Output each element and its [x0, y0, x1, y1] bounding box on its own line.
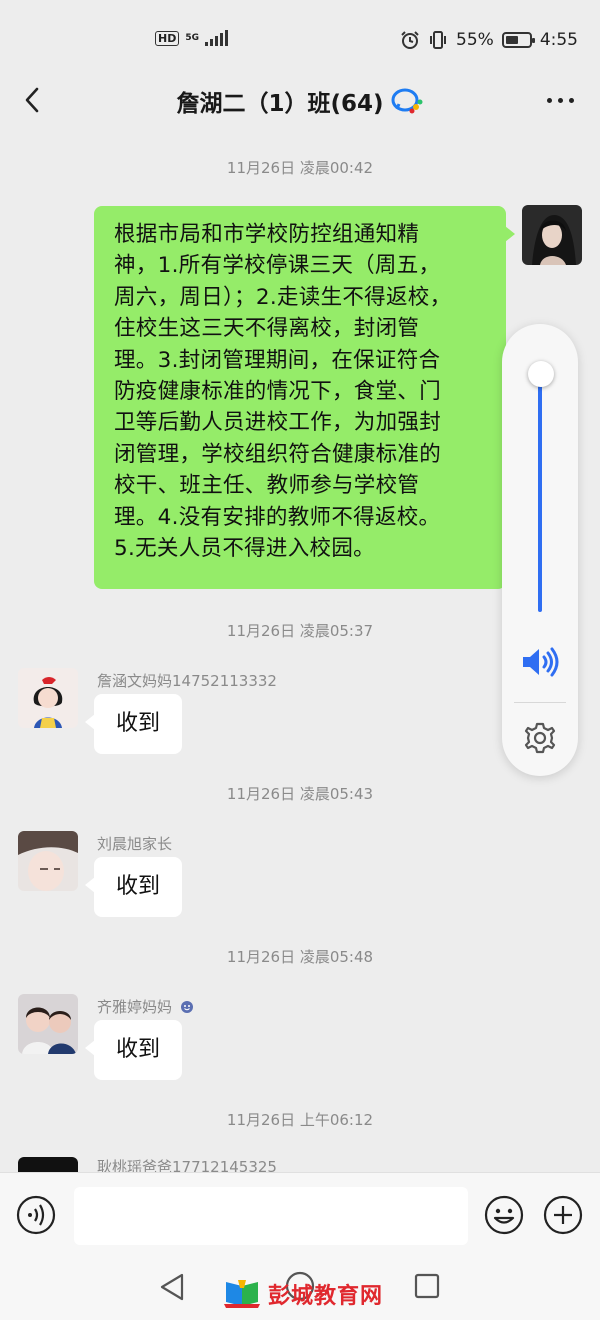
- input-bar: [0, 1172, 600, 1258]
- battery-percent: 55%: [456, 30, 494, 50]
- vibrate-icon: [430, 31, 447, 49]
- sender-name: 刘晨旭家长: [97, 833, 172, 854]
- message-line: 闭管理，学校组织符合健康标准的: [114, 441, 442, 467]
- message-line: 根据市局和市学校防控组通知精: [114, 222, 420, 247]
- sender-name-text: 齐雅婷妈妈: [97, 998, 173, 1016]
- chat-header: 詹湖二（1）班(64): [0, 70, 600, 130]
- message-line: 理。3.封闭管理期间，在保证符合: [114, 347, 441, 373]
- watermark-text: 彭城教育网: [268, 1284, 384, 1309]
- timestamp-divider: 11月26日 上午06:12: [226, 1111, 374, 1129]
- message-line: 周六，周日）；2.走读生不得返校，: [114, 284, 452, 310]
- more-options-button[interactable]: [542, 88, 578, 112]
- sender-avatar[interactable]: [18, 831, 78, 891]
- my-avatar[interactable]: [522, 205, 582, 265]
- sender-name: 詹涵文妈妈14752113332: [97, 670, 277, 691]
- outgoing-message-bubble[interactable]: 根据市局和市学校防控组通知精 神，1.所有学校停课三天（周五， 周六，周日）；2…: [94, 206, 515, 589]
- volume-slider-track[interactable]: [538, 364, 542, 612]
- sender-name: 齐雅婷妈妈: [97, 996, 194, 1017]
- watermark: 彭城教育网: [222, 1278, 383, 1310]
- title-wrap: 詹湖二（1）班(64): [0, 84, 600, 118]
- book-logo-icon: [224, 1280, 260, 1308]
- gear-icon[interactable]: [522, 720, 558, 756]
- status-bar: HD 5G 55% 4:55: [0, 0, 600, 80]
- sender-avatar[interactable]: [18, 668, 78, 728]
- incoming-message-bubble[interactable]: 收到: [85, 694, 182, 754]
- speaker-icon[interactable]: [520, 646, 560, 678]
- system-nav-bar: 彭城教育网: [0, 1258, 600, 1320]
- nav-back-icon[interactable]: [158, 1272, 186, 1302]
- voice-input-icon[interactable]: [16, 1195, 56, 1235]
- network-type: 5G: [185, 32, 199, 43]
- message-input[interactable]: [74, 1187, 468, 1245]
- plus-icon[interactable]: [543, 1195, 583, 1235]
- message-line: 理。4.没有安排的教师不得返校。: [114, 504, 441, 530]
- incoming-message-bubble[interactable]: 收到: [85, 857, 182, 917]
- volume-panel: [502, 324, 578, 776]
- message-line: 卫等后勤人员进校工作，为加强封: [114, 410, 442, 436]
- message-line: 5.无关人员不得进入校园。: [114, 536, 375, 562]
- enterprise-wechat-icon: [391, 88, 423, 114]
- message-line: 防疫健康标准的情况下，食堂、门: [114, 379, 442, 405]
- chat-title: 詹湖二（1）班(64): [176, 91, 384, 117]
- message-line: 神，1.所有学校停课三天（周五，: [114, 253, 441, 279]
- incoming-message-bubble[interactable]: 收到: [85, 1020, 182, 1080]
- nav-recent-icon[interactable]: [414, 1273, 440, 1299]
- signal-icon: [205, 30, 228, 46]
- message-line: 校干、班主任、教师参与学校管: [114, 473, 420, 499]
- clock: 4:55: [539, 30, 578, 50]
- battery-icon: [501, 32, 535, 48]
- dot-icon: [568, 97, 574, 103]
- emoji-icon[interactable]: [484, 1195, 524, 1235]
- volume-slider-handle[interactable]: [528, 360, 554, 387]
- emoji-badge-icon: [181, 1000, 194, 1013]
- sender-name-text: 詹涵文妈妈14752113332: [97, 672, 277, 690]
- sender-avatar[interactable]: [18, 1157, 78, 1173]
- dot-icon: [557, 97, 563, 103]
- sender-name-text: 刘晨旭家长: [97, 835, 173, 853]
- status-right: 55% 4:55: [400, 30, 578, 50]
- sender-name-clip: 耿桃瑶爸爸17712145325: [97, 1155, 277, 1172]
- hd-badge: HD: [155, 30, 180, 46]
- sender-name-text: 耿桃瑶爸爸17712145325: [97, 1158, 277, 1172]
- message-line: 住校生这三天不得离校，封闭管: [114, 316, 420, 342]
- dot-icon: [546, 97, 552, 103]
- sender-avatar[interactable]: [18, 994, 78, 1054]
- timestamp-divider: 11月26日 凌晨05:48: [226, 948, 374, 966]
- divider: [514, 702, 566, 703]
- timestamp-divider: 11月26日 凌晨05:43: [226, 785, 374, 803]
- timestamp-divider: 11月26日 凌晨00:42: [226, 159, 374, 177]
- alarm-icon: [401, 31, 419, 49]
- status-left: HD 5G: [155, 30, 228, 46]
